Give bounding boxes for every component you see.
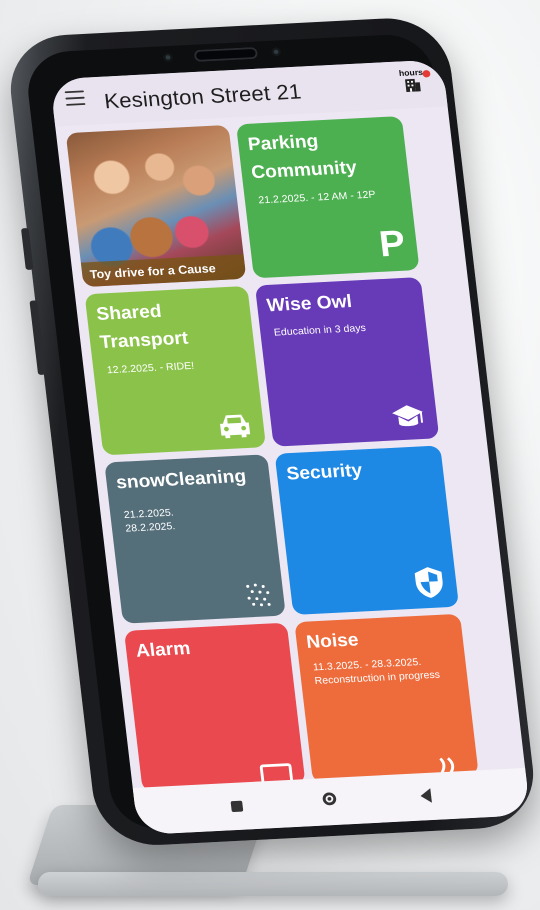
phone-bezel: Kesington Street 21 hours Toy drive for … <box>23 32 531 836</box>
tile-alarm[interactable]: Alarm <box>123 622 306 793</box>
tile-shared-transport[interactable]: Shared Transport 12.2.2025. - RIDE! <box>84 285 267 456</box>
tile-title: Alarm <box>134 638 192 662</box>
car-icon <box>220 414 251 439</box>
tile-title-line2: Community <box>250 157 358 183</box>
tile-snow-cleaning[interactable]: snowCleaning 21.2.2025. 28.2.2025. <box>104 454 286 624</box>
tile-security[interactable]: Security <box>274 445 460 615</box>
tile-detail: 11.3.2025. - 28.3.2025. Reconstruction i… <box>312 655 440 689</box>
tile-parking-community[interactable]: Parking Community 21.2.2025. - 12 AM - 1… <box>236 116 420 279</box>
app-title: Kesington Street 21 <box>102 79 303 113</box>
tile-detail-line2: 28.2.2025. <box>124 520 176 535</box>
camera-dot-right <box>271 47 281 57</box>
tile-title: Security <box>285 460 364 485</box>
circle-icon[interactable] <box>322 792 337 806</box>
triangle-back-icon[interactable] <box>419 788 432 804</box>
tile-title-line1: Shared <box>95 301 163 325</box>
tile-title: Shared Transport <box>95 297 190 358</box>
notification-dot <box>422 69 431 78</box>
shield-icon <box>414 567 443 598</box>
graduation-cap-icon <box>392 405 424 427</box>
tile-wise-owl[interactable]: Wise Owl Education in 3 days <box>254 277 440 447</box>
parking-icon: P <box>377 223 408 265</box>
tile-title: Wise Owl <box>265 291 353 316</box>
camera-dot-left <box>163 53 173 62</box>
tile-title: snowCleaning <box>115 466 248 493</box>
phone-stage: Kesington Street 21 hours Toy drive for … <box>0 0 540 848</box>
tile-title: Noise <box>305 629 360 653</box>
tile-detail: Education in 3 days <box>273 322 367 339</box>
hours-button[interactable]: hours <box>391 67 433 97</box>
tile-toy-drive[interactable]: Toy drive for a Cause <box>65 124 247 288</box>
phone-screen: Kesington Street 21 hours Toy drive for … <box>49 59 531 836</box>
snow-icon <box>246 583 271 607</box>
tile-detail: 21.2.2025. 28.2.2025. <box>123 506 176 536</box>
phone-body: Kesington Street 21 hours Toy drive for … <box>4 15 540 848</box>
tile-detail: 21.2.2025. - 12 AM - 12P <box>257 189 377 207</box>
building-icon <box>404 78 421 93</box>
earpiece-speaker <box>193 46 259 62</box>
tile-noise[interactable]: Noise 11.3.2025. - 28.3.2025. Reconstruc… <box>294 613 479 784</box>
square-icon[interactable] <box>230 800 244 813</box>
menu-icon[interactable] <box>64 90 86 106</box>
phone-stand-base <box>38 872 508 896</box>
tile-detail: 12.2.2025. - RIDE! <box>106 360 195 376</box>
tile-title: Parking Community <box>246 126 358 188</box>
tile-title-line2: Transport <box>98 328 190 353</box>
